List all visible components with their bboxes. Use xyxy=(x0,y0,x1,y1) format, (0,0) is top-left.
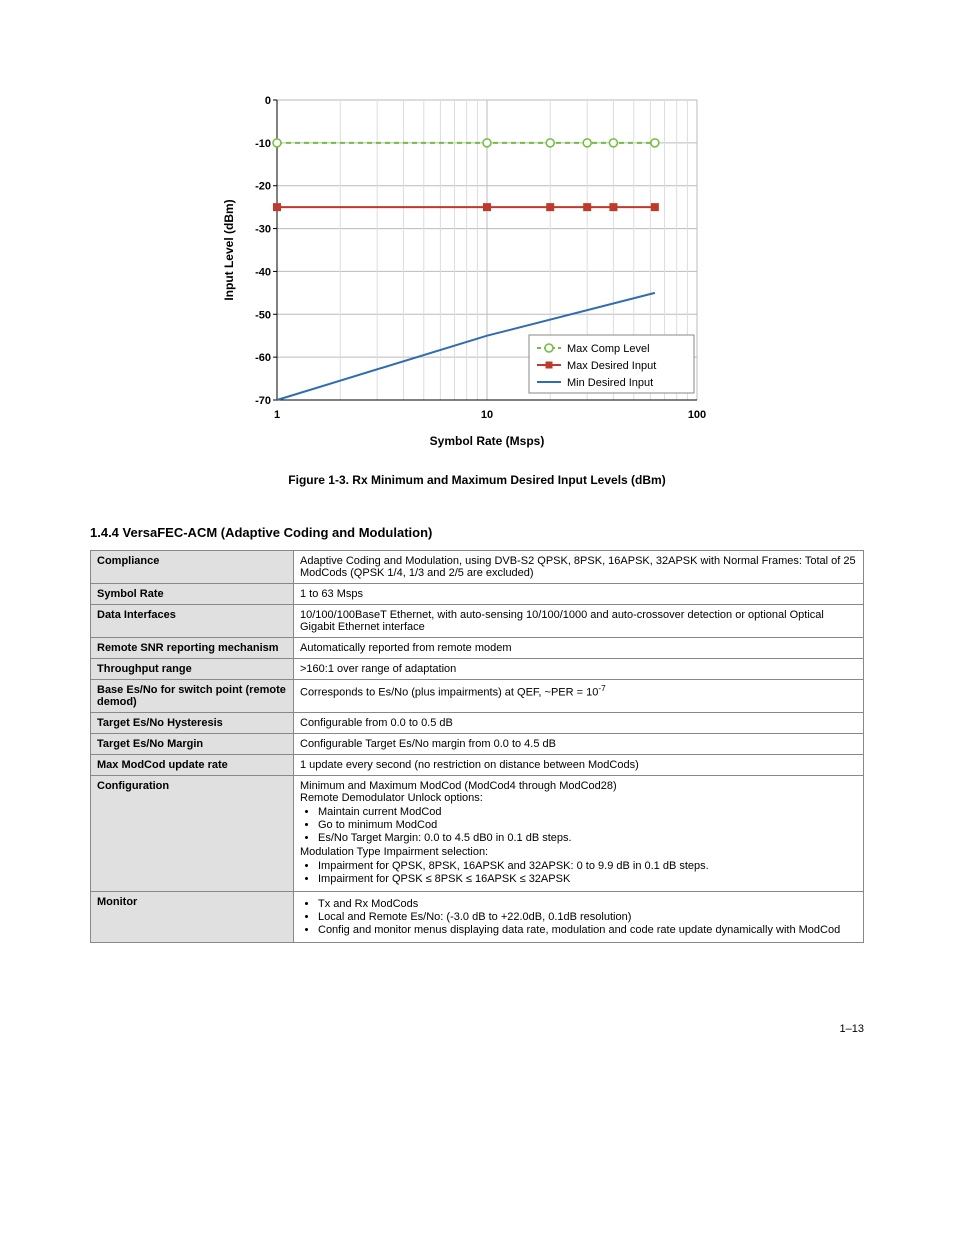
cfg-bullet: Maintain current ModCod xyxy=(318,806,857,818)
spec-label: Max ModCod update rate xyxy=(91,755,294,776)
spec-value: 1 update every second (no restriction on… xyxy=(294,755,864,776)
svg-text:-40: -40 xyxy=(255,266,271,278)
cfg-line: Modulation Type Impairment selection: xyxy=(300,846,857,858)
spec-label: Symbol Rate xyxy=(91,584,294,605)
svg-text:0: 0 xyxy=(265,95,271,107)
section-heading: 1.4.4 VersaFEC-ACM (Adaptive Coding and … xyxy=(90,525,864,540)
spec-value: Minimum and Maximum ModCod (ModCod4 thro… xyxy=(294,776,864,892)
svg-text:-50: -50 xyxy=(255,309,271,321)
svg-text:10: 10 xyxy=(481,409,493,421)
cfg-line: Minimum and Maximum ModCod (ModCod4 thro… xyxy=(300,780,857,792)
table-row: Throughput range>160:1 over range of ada… xyxy=(91,659,864,680)
spec-label: Configuration xyxy=(91,776,294,892)
legend-label: Max Comp Level xyxy=(567,343,650,355)
chart-legend: Max Comp Level Max Desired Input Min Desir… xyxy=(529,335,694,393)
svg-text:-20: -20 xyxy=(255,181,271,193)
spec-label: Target Es/No Margin xyxy=(91,734,294,755)
table-row: Base Es/No for switch point (remote demo… xyxy=(91,680,864,713)
legend-label: Min Desired Input xyxy=(567,377,653,389)
spec-label: Remote SNR reporting mechanism xyxy=(91,638,294,659)
spec-label: Compliance xyxy=(91,551,294,584)
table-row: ComplianceAdaptive Coding and Modulation… xyxy=(91,551,864,584)
spec-value: Corresponds to Es/No (plus impairments) … xyxy=(294,680,864,713)
spec-table: ComplianceAdaptive Coding and Modulation… xyxy=(90,550,864,943)
x-axis-label: Symbol Rate (Msps) xyxy=(430,434,545,448)
spec-label: Data Interfaces xyxy=(91,605,294,638)
table-row: Remote SNR reporting mechanismAutomatica… xyxy=(91,638,864,659)
legend-label: Max Desired Input xyxy=(567,360,656,372)
spec-label: Target Es/No Hysteresis xyxy=(91,713,294,734)
spec-label: Base Es/No for switch point (remote demo… xyxy=(91,680,294,713)
table-row: Target Es/No HysteresisConfigurable from… xyxy=(91,713,864,734)
spec-value: Tx and Rx ModCodsLocal and Remote Es/No:… xyxy=(294,892,864,943)
spec-label: Monitor xyxy=(91,892,294,943)
table-row: Symbol Rate1 to 63 Msps xyxy=(91,584,864,605)
svg-text:-30: -30 xyxy=(255,224,271,236)
monitor-bullet: Tx and Rx ModCods xyxy=(318,898,857,910)
table-row: MonitorTx and Rx ModCodsLocal and Remote… xyxy=(91,892,864,943)
svg-text:1: 1 xyxy=(274,409,280,421)
spec-value: Configurable Target Es/No margin from 0.… xyxy=(294,734,864,755)
cfg-line: Remote Demodulator Unlock options: xyxy=(300,792,857,804)
cfg-bullet: Impairment for QPSK ≤ 8PSK ≤ 16APSK ≤ 32… xyxy=(318,873,857,885)
cfg-bullet: Impairment for QPSK, 8PSK, 16APSK and 32… xyxy=(318,860,857,872)
y-axis-label: Input Level (dBm) xyxy=(222,199,236,300)
spec-value: Adaptive Coding and Modulation, using DV… xyxy=(294,551,864,584)
monitor-bullet: Local and Remote Es/No: (-3.0 dB to +22.… xyxy=(318,911,857,923)
spec-value: 1 to 63 Msps xyxy=(294,584,864,605)
cfg-bullet: Go to minimum ModCod xyxy=(318,819,857,831)
monitor-bullet: Config and monitor menus displaying data… xyxy=(318,924,857,936)
footer-page-number: 1–13 xyxy=(840,1023,864,1035)
chart-figure: 0 -10 -20 -30 -40 -50 -60 -701 10 100 Input Level… xyxy=(90,80,864,453)
table-row: Target Es/No MarginConfigurable Target E… xyxy=(91,734,864,755)
cfg-bullet: Es/No Target Margin: 0.0 to 4.5 dB0 in 0… xyxy=(318,832,857,844)
table-row: Data Interfaces10/100/100BaseT Ethernet,… xyxy=(91,605,864,638)
spec-label: Throughput range xyxy=(91,659,294,680)
svg-text:-60: -60 xyxy=(255,352,271,364)
table-row: Configuration Minimum and Maximum ModCod … xyxy=(91,776,864,892)
spec-value: 10/100/100BaseT Ethernet, with auto-sens… xyxy=(294,605,864,638)
spec-value: Automatically reported from remote modem xyxy=(294,638,864,659)
figure-caption: Figure 1-3. Rx Minimum and Maximum Desir… xyxy=(90,473,864,487)
spec-value: Configurable from 0.0 to 0.5 dB xyxy=(294,713,864,734)
svg-text:-70: -70 xyxy=(255,395,271,407)
svg-text:100: 100 xyxy=(688,409,706,421)
svg-text:-10: -10 xyxy=(255,138,271,150)
input-level-chart: 0 -10 -20 -30 -40 -50 -60 -701 10 100 Input Level… xyxy=(217,80,737,450)
table-row: Max ModCod update rate1 update every sec… xyxy=(91,755,864,776)
page-footer: 1–13 xyxy=(90,1023,864,1035)
spec-value: >160:1 over range of adaptation xyxy=(294,659,864,680)
